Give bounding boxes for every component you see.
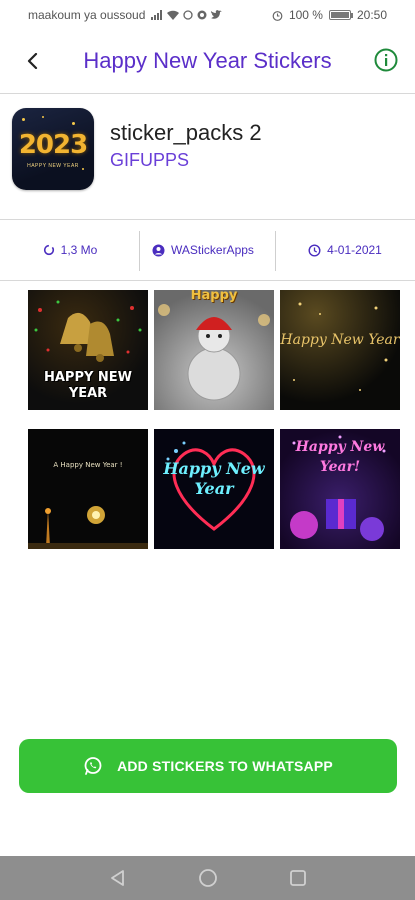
sticker-item[interactable]: Happy bbox=[154, 290, 274, 410]
app-bar: Happy New Year Stickers bbox=[0, 30, 415, 92]
pack-date-value: 4-01-2021 bbox=[327, 243, 382, 257]
sticker-caption: HAPPY NEW YEAR bbox=[43, 370, 133, 401]
sticker-caption: A Happy New Year ! bbox=[53, 461, 123, 469]
pack-publisher-detail[interactable]: WAStickerApps bbox=[140, 221, 275, 279]
battery-icon bbox=[328, 10, 353, 20]
twitter-icon bbox=[211, 10, 223, 19]
add-button-label: ADD STICKERS TO WHATSAPP bbox=[117, 758, 333, 774]
status-bar: maakoum ya oussoud 100 % 20:50 bbox=[0, 0, 415, 30]
whatsapp-icon bbox=[84, 757, 102, 775]
app-bar-divider bbox=[0, 93, 415, 94]
battery-percent: 100 % bbox=[288, 8, 323, 22]
nav-home-icon[interactable] bbox=[198, 868, 218, 888]
pack-details-row: 1,3 Mo WAStickerApps 4-01-2021 bbox=[0, 221, 415, 279]
sticker-pack-icon: 2023 HAPPY NEW YEAR bbox=[12, 108, 94, 190]
snowman-icon bbox=[158, 304, 270, 401]
pack-date: 4-01-2021 bbox=[275, 221, 415, 279]
pack-size-value: 1,3 Mo bbox=[60, 243, 98, 257]
sticker-caption: Happy New Year! bbox=[295, 439, 385, 475]
add-to-whatsapp-button[interactable]: ADD STICKERS TO WHATSAPP bbox=[19, 739, 397, 793]
nav-recents-icon[interactable] bbox=[288, 868, 308, 888]
fireworks-icon bbox=[28, 506, 148, 549]
sticker-caption: Happy New Year bbox=[280, 332, 400, 348]
signal-icon bbox=[151, 10, 163, 20]
status-icons bbox=[151, 10, 223, 20]
pack-icon-year: 2023 bbox=[18, 129, 88, 160]
alarm-icon bbox=[272, 10, 283, 21]
whatsapp-icon bbox=[183, 10, 194, 20]
clock-icon bbox=[308, 243, 321, 257]
system-nav-bar bbox=[0, 856, 415, 900]
pack-publisher-detail-value: WAStickerApps bbox=[171, 243, 254, 257]
carrier-name: maakoum ya oussoud bbox=[28, 8, 146, 22]
info-button[interactable] bbox=[373, 47, 399, 73]
pack-publisher[interactable]: GIFUPPS bbox=[110, 150, 189, 171]
sticker-item[interactable]: Happy New Year bbox=[280, 290, 400, 410]
sticker-item[interactable]: Happy New Year bbox=[154, 429, 274, 549]
sticker-item[interactable]: Happy New Year! bbox=[280, 429, 400, 549]
info-icon bbox=[374, 48, 398, 72]
pack-size: 1,3 Mo bbox=[0, 221, 140, 279]
sticker-caption: Happy bbox=[190, 290, 238, 303]
wifi-icon bbox=[167, 10, 180, 20]
opera-icon bbox=[197, 10, 207, 20]
sticker-item[interactable]: A Happy New Year ! bbox=[28, 429, 148, 549]
header-divider bbox=[0, 219, 415, 220]
account-icon bbox=[152, 244, 165, 256]
sticker-caption: Happy New Year bbox=[163, 459, 265, 498]
sticker-item[interactable]: HAPPY NEW YEAR bbox=[28, 290, 148, 410]
status-right: 100 % 20:50 bbox=[272, 8, 387, 22]
sync-icon bbox=[43, 244, 54, 256]
sparkles-icon bbox=[293, 302, 388, 391]
details-divider bbox=[0, 280, 415, 281]
pack-name: sticker_packs 2 bbox=[110, 120, 262, 145]
clock: 20:50 bbox=[356, 8, 387, 22]
nav-back-icon[interactable] bbox=[108, 868, 128, 888]
pack-icon-caption: HAPPY NEW YEAR bbox=[27, 162, 79, 169]
page-title: Happy New Year Stickers bbox=[83, 48, 332, 73]
